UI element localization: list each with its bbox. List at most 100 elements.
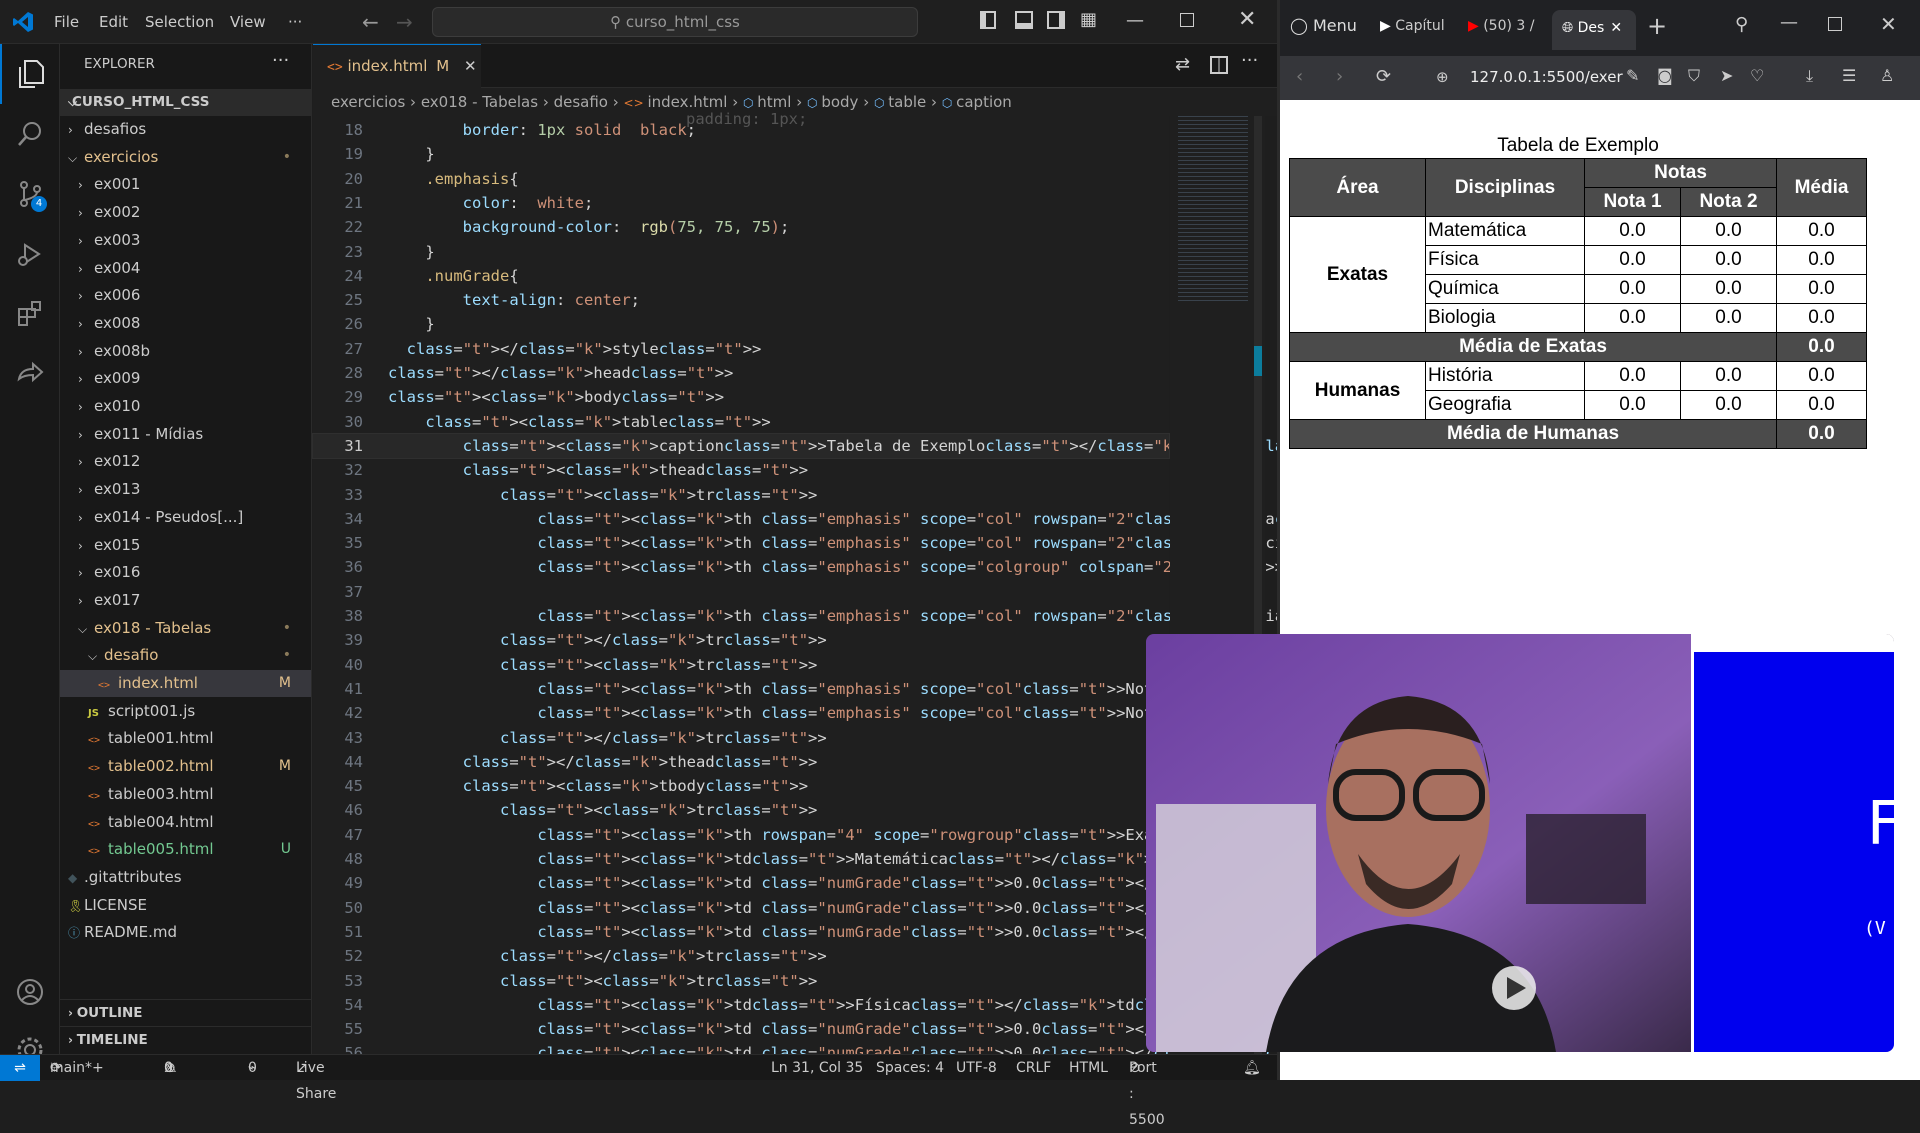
maximize-icon[interactable] [1180, 13, 1194, 27]
code-line[interactable]: 42 class="t"><class="k">th class="emphas… [313, 701, 1508, 725]
explorer-item[interactable]: JS script001.js [60, 698, 311, 725]
run-debug-icon[interactable] [0, 224, 60, 284]
explorer-item[interactable]: › ex010 [60, 393, 311, 420]
reload-icon[interactable]: ⟳ [1376, 66, 1391, 87]
site-info-icon[interactable]: ⊕ [1436, 68, 1449, 86]
download-icon[interactable]: ⤓ [1806, 66, 1813, 86]
code-line[interactable]: 26 } [313, 312, 1169, 336]
send-icon[interactable]: ➤ [1720, 66, 1733, 85]
more-actions-icon[interactable]: ··· [1241, 50, 1258, 71]
explorer-item[interactable]: › ex016 [60, 559, 311, 586]
code-line[interactable]: 33 class="t"><class="k">trclass="t">> [313, 483, 1169, 507]
toggle-sidebar-icon[interactable] [980, 11, 996, 29]
explorer-item[interactable]: <> table002.html M [60, 753, 311, 780]
code-line[interactable]: 40 class="t"><class="k">trclass="t">> [313, 653, 1169, 677]
heart-icon[interactable]: ♡ [1750, 66, 1764, 85]
tab-index-html[interactable]: <> index.html M ✕ [313, 44, 481, 88]
code-line[interactable]: 50 class="t"><class="k">td class="numGra… [313, 896, 1368, 920]
compare-changes-icon[interactable]: ⇄ [1175, 54, 1190, 75]
code-line[interactable]: 37 [313, 580, 1169, 604]
browser-tab-active[interactable]: 🌐︎ Des ✕ [1552, 10, 1636, 50]
explorer-item[interactable]: <> table003.html [60, 781, 311, 808]
root-folder[interactable]: ⌵CURSO_HTML_CSS [60, 89, 311, 116]
minimize-icon[interactable]: — [1780, 12, 1798, 33]
command-center[interactable]: ⚲ curso_html_css [432, 7, 918, 37]
accounts-icon[interactable] [0, 962, 60, 1022]
explorer-item[interactable]: <> table001.html [60, 725, 311, 752]
close-tab-icon[interactable]: ✕ [1610, 20, 1622, 36]
code-line[interactable]: 54 class="t"><class="k">tdclass="t">>Fís… [313, 993, 1237, 1017]
customize-layout-icon[interactable]: ▦ [1080, 9, 1097, 30]
source-control-icon[interactable]: 4 [0, 164, 60, 224]
back-icon[interactable]: ‹ [1296, 66, 1303, 87]
explorer-item[interactable]: <> table005.html U [60, 836, 311, 863]
explorer-item[interactable]: › ex008 [60, 310, 311, 337]
code-editor[interactable]: padding: 1px; 18 border: 1px solid black… [312, 110, 1667, 1062]
menu-view[interactable]: View [230, 0, 266, 44]
split-editor-icon[interactable] [1210, 56, 1228, 74]
forward-arrow-icon[interactable]: → [396, 10, 413, 34]
explorer-icon[interactable] [0, 44, 60, 104]
address-bar[interactable]: 127.0.0.1:5500/exer [1470, 68, 1623, 86]
code-line[interactable]: 51 class="t"><class="k">td class="numGra… [313, 920, 1368, 944]
timeline-section[interactable]: › TIMELINE [60, 1026, 311, 1053]
explorer-item[interactable]: 🎗︎LICENSE [60, 892, 311, 919]
code-line[interactable]: 41 class="t"><class="k">th class="emphas… [313, 677, 1508, 701]
explorer-item[interactable]: › ex003 [60, 227, 311, 254]
explorer-item[interactable]: › ex002 [60, 199, 311, 226]
code-line[interactable]: 53 class="t"><class="k">trclass="t">> [313, 969, 1169, 993]
code-line[interactable]: 30 class="t"><class="k">tableclass="t">> [313, 410, 1169, 434]
remote-icon[interactable]: ⇌ [0, 1055, 40, 1081]
settings-sliders-icon[interactable]: ☰ [1842, 66, 1856, 85]
code-line[interactable]: 19 } [313, 142, 1169, 166]
explorer-item[interactable]: <> table004.html [60, 809, 311, 836]
toggle-panel-icon[interactable] [1015, 11, 1033, 29]
search-tabs-icon[interactable]: ⚲ [1735, 14, 1748, 35]
explorer-item[interactable]: › ex001 [60, 171, 311, 198]
browser-tab-1[interactable]: ▶ Capítul [1380, 18, 1450, 34]
code-line[interactable]: 36 class="t"><class="k">th class="emphas… [313, 555, 1657, 579]
browser-tab-2[interactable]: ▶ (50) 3 / [1468, 18, 1538, 34]
indentation[interactable]: Spaces: 4 [876, 1055, 944, 1081]
explorer-item[interactable]: ◆ .gitattributes [60, 864, 311, 891]
code-line[interactable]: 18 border: 1px solid black; [313, 118, 1169, 142]
menu-more[interactable]: ··· [288, 0, 302, 44]
explorer-item[interactable]: › ex014 - Pseudos[...] [60, 504, 311, 531]
search-icon[interactable] [0, 104, 60, 164]
explorer-item[interactable]: › ex006 [60, 282, 311, 309]
live-share-icon[interactable] [0, 344, 60, 404]
minimize-icon[interactable]: — [1126, 10, 1144, 31]
menu-file[interactable]: File [54, 0, 79, 44]
code-line[interactable]: 39 class="t"></class="k">trclass="t">> [313, 628, 1169, 652]
code-line[interactable]: 47 class="t"><class="k">th rowspan="4" s… [313, 823, 1508, 847]
code-line[interactable]: 29 class="t"><class="k">bodyclass="t">> [313, 385, 1169, 409]
outline-section[interactable]: › OUTLINE [60, 999, 311, 1026]
explorer-item[interactable]: › desafios [60, 116, 311, 143]
code-line[interactable]: 38 class="t"><class="k">th class="emphas… [313, 604, 1610, 628]
code-line[interactable]: 20 .emphasis{ [313, 167, 1169, 191]
code-line[interactable]: 21 color: white; [313, 191, 1169, 215]
code-line[interactable]: 28 class="t"></class="k">headclass="t">> [313, 361, 1169, 385]
code-line[interactable]: 23 } [313, 240, 1169, 264]
camera-icon[interactable]: ◙ [1657, 66, 1673, 85]
extensions-icon[interactable] [0, 284, 60, 344]
close-window-icon[interactable]: ✕ [1880, 12, 1897, 36]
more-actions-icon[interactable]: ··· [272, 50, 289, 71]
code-line[interactable]: 27 class="t"></class="k">styleclass="t">… [313, 337, 1169, 361]
code-line[interactable]: 43 class="t"></class="k">trclass="t">> [313, 726, 1169, 750]
close-icon[interactable]: ✕ [1238, 7, 1256, 32]
menu-selection[interactable]: Selection [145, 0, 214, 44]
explorer-item[interactable]: › ex012 [60, 448, 311, 475]
encoding[interactable]: UTF-8 [956, 1055, 997, 1081]
edit-icon[interactable]: ✎ [1626, 66, 1639, 85]
explorer-item[interactable]: › ex017 [60, 587, 311, 614]
explorer-item[interactable]: › ex011 - Mídias [60, 421, 311, 448]
picture-in-picture-video[interactable]: F (V [1146, 634, 1894, 1052]
explorer-item[interactable]: ⌵ ex018 - Tabelas • [60, 615, 311, 642]
explorer-item[interactable]: › ex013 [60, 476, 311, 503]
code-line[interactable]: 44 class="t"></class="k">theadclass="t">… [313, 750, 1169, 774]
back-arrow-icon[interactable]: ← [362, 10, 379, 34]
code-line[interactable]: 52 class="t"></class="k">trclass="t">> [313, 944, 1169, 968]
explorer-item[interactable]: ⌵ desafio • [60, 642, 311, 669]
toggle-secondary-sidebar-icon[interactable] [1047, 11, 1065, 29]
